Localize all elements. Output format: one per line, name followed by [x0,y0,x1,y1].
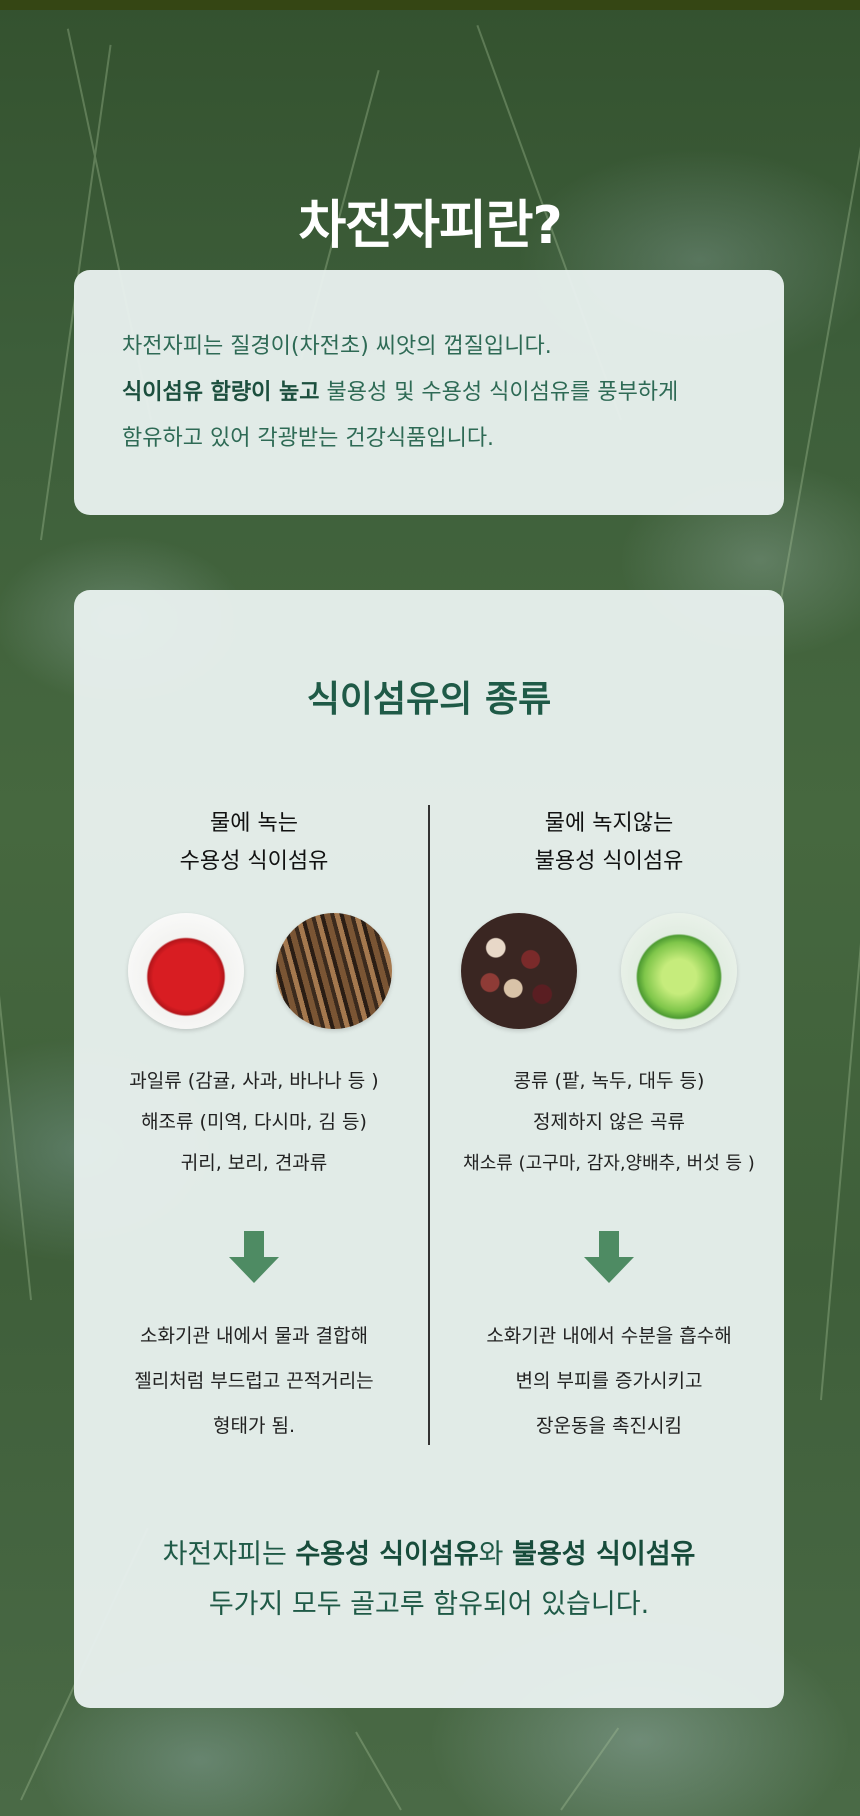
soluble-example: 해조류 (미역, 다시마, 김 등) [141,1111,367,1133]
summary-mid: 와 [478,1539,513,1570]
insoluble-example: 채소류 (고구마, 감자,양배추, 버섯 등 ) [463,1153,755,1174]
insoluble-heading-line-2: 불용성 식이섬유 [534,849,684,874]
summary-line-2: 두가지 모두 골고루 함유되어 있습니다. [208,1589,650,1620]
soluble-effect-line: 젤리처럼 부드럽고 끈적거리는 [134,1370,374,1392]
summary-pre: 차전자피는 [162,1539,296,1570]
oat-photo [276,913,392,1029]
arrow-down-icon [584,1231,634,1286]
insoluble-effect-line: 변의 부피를 증가시키고 [515,1370,703,1392]
insoluble-heading-line-1: 물에 녹지않는 [544,811,674,836]
soluble-effect: 소화기관 내에서 물과 결합해 젤리처럼 부드럽고 끈적거리는 형태가 됨. [84,1314,424,1449]
summary-text: 차전자피는 수용성 식이섬유와 불용성 식이섬유 두가지 모두 골고루 함유되어… [74,1530,784,1630]
summary-line-1: 차전자피는 수용성 식이섬유와 불용성 식이섬유 [74,1530,784,1580]
intro-line-3: 함유하고 있어 각광받는 건강식품입니다. [122,426,495,451]
insoluble-examples: 콩류 (팥, 녹두, 대두 등) 정제하지 않은 곡류 채소류 (고구마, 감자… [439,1061,779,1184]
insoluble-effect-line: 장운동을 촉진시킴 [536,1415,682,1437]
fiber-types-card: 식이섬유의 종류 물에 녹는 수용성 식이섬유 과일류 (감귤, 사과, 바나나… [74,590,784,1708]
soluble-examples: 과일류 (감귤, 사과, 바나나 등 ) 해조류 (미역, 다시마, 김 등) … [84,1061,424,1184]
soluble-heading: 물에 녹는 수용성 식이섬유 [84,805,424,881]
insoluble-effect: 소화기관 내에서 수분을 흡수해 변의 부피를 증가시키고 장운동을 촉진시킴 [439,1314,779,1449]
intro-card: 차전자피는 질경이(차전초) 씨앗의 껍질입니다. 식이섬유 함량이 높고 불용… [74,270,784,515]
beans-photo [461,913,577,1029]
insoluble-heading: 물에 녹지않는 불용성 식이섬유 [439,805,779,881]
soluble-effect-line: 소화기관 내에서 물과 결합해 [140,1325,368,1347]
arrow-down-icon [229,1231,279,1286]
intro-line-1: 차전자피는 질경이(차전초) 씨앗의 껍질입니다. [122,334,552,359]
column-divider [428,805,430,1445]
intro-highlight: 식이섬유 함량이 높고 [122,380,320,405]
insoluble-photos [439,913,779,1033]
soluble-photos [84,913,424,1033]
intro-line-2-rest: 불용성 및 수용성 식이섬유를 풍부하게 [319,380,679,405]
cabbage-photo [621,913,737,1029]
summary-insoluble: 불용성 식이섬유 [512,1539,696,1570]
page-title: 차전자피란? [298,195,562,256]
soluble-heading-line-1: 물에 녹는 [210,811,298,836]
fiber-types-title: 식이섬유의 종류 [306,679,552,720]
apple-photo [128,913,244,1029]
soluble-example: 귀리, 보리, 견과류 [180,1152,328,1174]
soluble-example: 과일류 (감귤, 사과, 바나나 등 ) [129,1070,379,1092]
insoluble-example: 정제하지 않은 곡류 [533,1111,685,1133]
soluble-fiber-column: 물에 녹는 수용성 식이섬유 과일류 (감귤, 사과, 바나나 등 ) 해조류 … [84,805,424,1449]
summary-soluble: 수용성 식이섬유 [295,1539,479,1570]
insoluble-effect-line: 소화기관 내에서 수분을 흡수해 [486,1325,732,1347]
soluble-heading-line-2: 수용성 식이섬유 [179,849,329,874]
insoluble-fiber-column: 물에 녹지않는 불용성 식이섬유 콩류 (팥, 녹두, 대두 등) 정제하지 않… [439,805,779,1449]
intro-line-2: 식이섬유 함량이 높고 불용성 및 수용성 식이섬유를 풍부하게 [122,370,742,416]
soluble-effect-line: 형태가 됨. [213,1415,295,1437]
insoluble-example: 콩류 (팥, 녹두, 대두 등) [513,1070,705,1092]
